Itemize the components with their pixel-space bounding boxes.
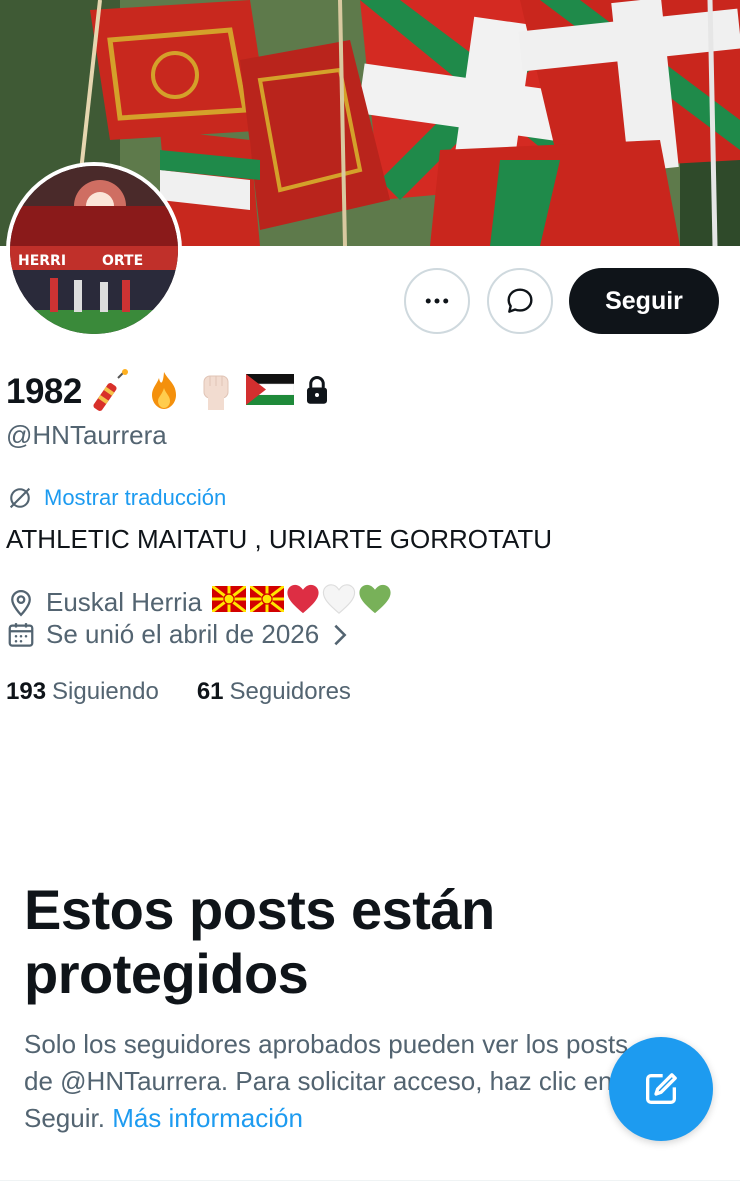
svg-text:HERRI: HERRI [18,253,66,269]
follow-stats: 193 Siguiendo 61 Seguidores [6,678,351,706]
bottom-divider [0,1180,740,1181]
join-date-text: Se unió el abril de 2026 [46,619,320,649]
protected-title: Estos posts están protegidos [24,878,495,1005]
raised-fist-emoji [194,368,238,416]
compose-button[interactable] [609,1037,713,1141]
fire-emoji [142,368,186,416]
show-translation[interactable]: Mostrar traducción [6,484,226,512]
profile-handle: @HNTaurrera [6,420,167,450]
svg-text:ORTE: ORTE [102,253,143,269]
follow-button[interactable]: Seguir [569,268,719,334]
profile-name-row: 1982 [6,368,332,416]
lock-icon [302,373,332,411]
more-info-link[interactable]: Más información [112,1103,303,1133]
more-options-button[interactable] [404,268,470,334]
avatar[interactable]: HERRI ORTE [6,162,182,338]
location-pin-icon [11,589,31,616]
firecracker-emoji [90,368,134,416]
message-bubble-icon [507,288,533,313]
calendar-icon [8,622,34,647]
red-heart-emoji [286,583,320,622]
following-link[interactable]: 193 Siguiendo [6,678,159,706]
show-translation-label[interactable]: Mostrar traducción [44,485,226,511]
green-heart-emoji [358,583,392,622]
north-macedonia-flag-emoji [211,584,247,619]
profile-join-date[interactable]: Se unió el abril de 2026 [6,619,351,650]
translate-icon [9,487,31,509]
north-macedonia-flag-emoji [249,584,285,619]
location-text: Euskal Herria [46,587,203,617]
profile-location: Euskal Herria [6,583,392,622]
white-heart-emoji [322,583,356,622]
profile-bio: ATHLETIC MAITATU , URIARTE GORROTATU [6,524,553,554]
more-horizontal-icon [425,298,449,304]
chevron-right-icon [334,624,347,645]
followers-link[interactable]: 61 Seguidores [197,678,351,706]
display-name: 1982 [6,372,82,411]
palestine-flag-emoji [245,372,295,412]
message-button[interactable] [487,268,553,334]
compose-icon [646,1073,677,1104]
